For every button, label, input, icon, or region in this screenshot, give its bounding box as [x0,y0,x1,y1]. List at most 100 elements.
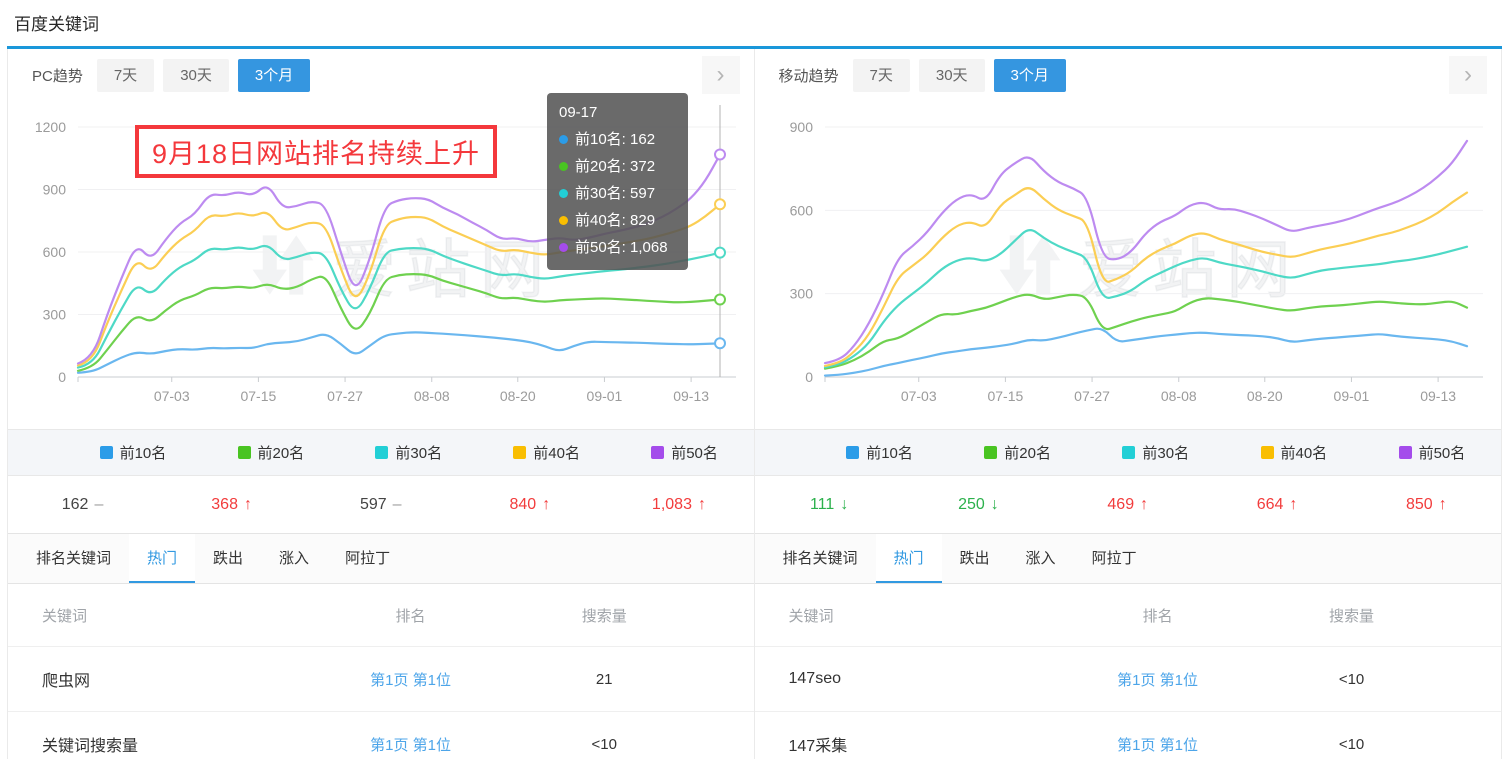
pc-current-values: 162– 368↑ 597– 840↑ 1,083↑ [8,475,754,533]
tooltip-top40: 前40名: 829 [575,207,655,234]
legend-top10[interactable]: 前10名 [811,442,949,463]
tab-aladdin[interactable]: 阿拉丁 [1074,534,1155,583]
tab-dropped[interactable]: 跌出 [195,534,261,583]
value-top20: 368↑ [157,496,306,514]
legend-top50[interactable]: 前50名 [1363,442,1501,463]
trend-up-icon: ↑ [1289,496,1297,513]
trend-up-icon: ↑ [542,496,550,513]
trend-panels: PC趋势 7天 30天 3个月 › 爱站网 0300600900120007-0… [7,46,1502,759]
pc-keyword-tabs: 排名关键词 热门 跌出 涨入 阿拉丁 [8,533,754,584]
legend-top30[interactable]: 前30名 [340,442,478,463]
tab-aladdin[interactable]: 阿拉丁 [327,534,408,583]
pc-table-header: 关键词 排名 搜索量 [8,584,754,646]
trend-down-icon: ↓ [840,496,848,513]
svg-text:300: 300 [43,307,67,323]
tooltip-dot-top50 [559,243,568,252]
trend-up-icon: ↑ [244,496,252,513]
chart-tooltip: 09-17 前10名: 162 前20名: 372 前30名: 597 前40名… [547,93,688,270]
table-row: 147采集 第1页 第1位 <10 [755,711,1502,759]
legend-swatch-top20 [984,446,997,459]
svg-text:07-03: 07-03 [900,388,936,404]
svg-text:900: 900 [789,119,813,135]
tab-ranking-keywords[interactable]: 排名关键词 [18,534,129,583]
tooltip-date: 09-17 [559,100,676,126]
keyword-cell: 爬虫网 [8,667,306,691]
tab-dropped[interactable]: 跌出 [942,534,1008,583]
mobile-panel-header: 移动趋势 7天 30天 3个月 › [755,49,1502,101]
trend-up-icon: ↑ [1140,496,1148,513]
svg-text:600: 600 [789,202,813,218]
svg-text:07-03: 07-03 [154,388,190,404]
keyword-cell: 147seo [755,670,1054,688]
volume-cell: 21 [515,671,754,688]
trend-flat-icon: – [393,496,402,513]
tab-ranking-keywords[interactable]: 排名关键词 [765,534,876,583]
mobile-range-3m-button[interactable]: 3个月 [994,59,1066,92]
pc-range-7d-button[interactable]: 7天 [97,59,154,92]
pc-next-arrow-icon[interactable]: › [702,56,740,94]
mobile-range-7d-button[interactable]: 7天 [853,59,910,92]
mobile-next-arrow-icon[interactable]: › [1449,56,1487,94]
legend-top30[interactable]: 前30名 [1087,442,1225,463]
pc-trend-panel: PC趋势 7天 30天 3个月 › 爱站网 0300600900120007-0… [7,49,755,759]
legend-swatch-top50 [1399,446,1412,459]
keyword-cell: 关键词搜索量 [8,732,306,756]
mobile-keyword-tabs: 排名关键词 热门 跌出 涨入 阿拉丁 [755,533,1502,584]
tooltip-top20: 前20名: 372 [575,153,655,180]
rank-link[interactable]: 第1页 第1位 [1117,672,1198,689]
rank-link[interactable]: 第1页 第1位 [370,672,451,689]
svg-text:300: 300 [789,286,813,302]
svg-text:08-08: 08-08 [1160,388,1196,404]
legend-swatch-top30 [375,446,388,459]
legend-swatch-top10 [100,446,113,459]
tab-hot[interactable]: 热门 [129,534,195,583]
rank-link[interactable]: 第1页 第1位 [1117,737,1198,754]
mobile-trend-chart[interactable]: 爱站网 030060090007-0307-1507-2708-0808-200… [755,101,1502,429]
mobile-range-30d-button[interactable]: 30天 [919,59,985,92]
svg-text:07-27: 07-27 [1074,388,1110,404]
tab-hot[interactable]: 热门 [876,534,942,583]
value-top40: 840↑ [455,496,604,514]
legend-top40[interactable]: 前40名 [1225,442,1363,463]
annotation-box: 9月18日网站排名持续上升 [135,125,497,178]
pc-range-30d-button[interactable]: 30天 [163,59,229,92]
pc-trend-chart[interactable]: 爱站网 0300600900120007-0307-1507-2708-0808… [8,101,754,429]
tooltip-dot-top10 [559,135,568,144]
tooltip-dot-top40 [559,216,568,225]
volume-cell: <10 [1262,736,1501,753]
svg-text:07-27: 07-27 [327,388,363,404]
volume-cell: <10 [1262,671,1501,688]
legend-top20[interactable]: 前20名 [949,442,1087,463]
mobile-line-chart-svg: 030060090007-0307-1507-2708-0808-2009-01… [755,101,1500,429]
value-top50: 850↑ [1352,496,1501,514]
volume-cell: <10 [515,736,754,753]
tab-risen[interactable]: 涨入 [261,534,327,583]
table-row: 关键词搜索量 第1页 第1位 <10 [8,711,754,759]
tooltip-top10: 前10名: 162 [575,126,655,153]
rank-link[interactable]: 第1页 第1位 [370,737,451,754]
pc-trend-title: PC趋势 [32,65,83,86]
mobile-trend-panel: 移动趋势 7天 30天 3个月 › 爱站网 030060090007-0307-… [755,49,1503,759]
legend-top50[interactable]: 前50名 [616,442,754,463]
pc-range-3m-button[interactable]: 3个月 [238,59,310,92]
header-keyword: 关键词 [8,605,306,626]
keyword-cell: 147采集 [755,732,1054,756]
legend-top20[interactable]: 前20名 [202,442,340,463]
mobile-table-header: 关键词 排名 搜索量 [755,584,1502,646]
svg-text:0: 0 [58,369,66,385]
table-row: 147seo 第1页 第1位 <10 [755,646,1502,711]
svg-text:09-01: 09-01 [1333,388,1369,404]
legend-top40[interactable]: 前40名 [478,442,616,463]
mobile-legend: 前10名 前20名 前30名 前40名 前50名 [755,429,1502,475]
value-top40: 664↑ [1202,496,1351,514]
svg-text:09-13: 09-13 [1420,388,1456,404]
tab-risen[interactable]: 涨入 [1008,534,1074,583]
svg-text:09-13: 09-13 [673,388,709,404]
header-keyword: 关键词 [755,605,1054,626]
tooltip-dot-top30 [559,189,568,198]
legend-top10[interactable]: 前10名 [64,442,202,463]
value-top30: 469↑ [1053,496,1202,514]
svg-text:1200: 1200 [35,119,66,135]
tooltip-top30: 前30名: 597 [575,180,655,207]
legend-swatch-top40 [513,446,526,459]
